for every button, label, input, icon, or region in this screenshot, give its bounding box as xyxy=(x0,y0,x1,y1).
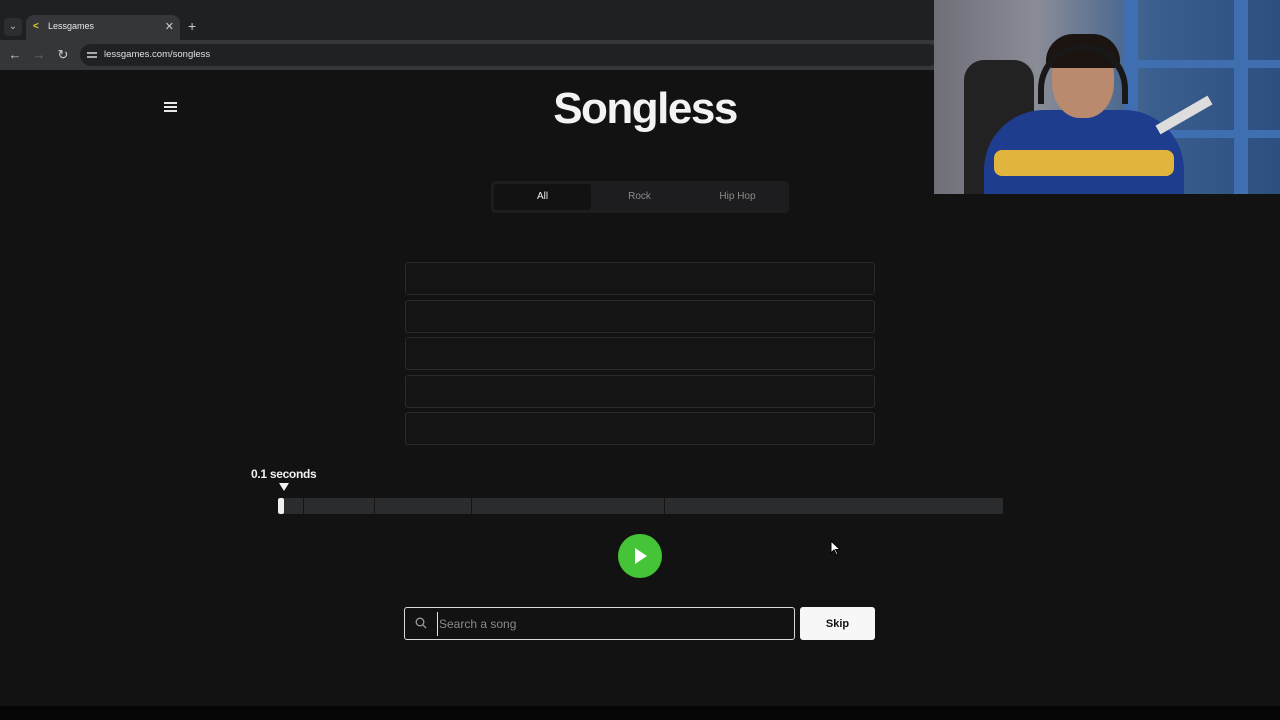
bottom-bar xyxy=(0,706,1280,720)
guess-slot-4 xyxy=(405,375,875,408)
timeline-segment-divider xyxy=(664,498,665,514)
reload-icon[interactable]: ↻ xyxy=(55,47,71,63)
play-icon xyxy=(635,548,647,564)
guess-slot-1 xyxy=(405,262,875,295)
tab-all[interactable]: All xyxy=(494,184,591,210)
guess-slot-3 xyxy=(405,337,875,370)
clip-progress xyxy=(278,498,284,514)
timeline-segment-divider xyxy=(471,498,472,514)
clip-timeline xyxy=(278,498,1003,514)
address-url[interactable]: lessgames.com/songless xyxy=(104,49,210,60)
tab-title: Lessgames xyxy=(48,21,95,31)
genre-tabs: All Rock Hip Hop xyxy=(491,181,789,213)
lessgames-favicon-icon: < xyxy=(33,21,39,32)
playhead-marker-icon xyxy=(279,483,289,491)
play-button[interactable] xyxy=(618,534,662,578)
address-bar[interactable]: lessgames.com/songless xyxy=(80,44,940,66)
mouse-cursor-icon xyxy=(830,540,842,556)
timeline-segment-divider xyxy=(374,498,375,514)
search-icon xyxy=(415,617,427,629)
song-search-box xyxy=(404,607,795,640)
skip-button[interactable]: Skip xyxy=(800,607,875,640)
tab-hip-hop[interactable]: Hip Hop xyxy=(689,184,786,210)
webcam-overlay xyxy=(934,0,1280,194)
tab-rock[interactable]: Rock xyxy=(591,184,688,210)
search-input[interactable] xyxy=(437,612,787,636)
clip-length-label: 0.1 seconds xyxy=(251,467,317,481)
new-tab-button[interactable]: + xyxy=(188,18,196,34)
guess-slot-2 xyxy=(405,300,875,333)
guess-slot-5 xyxy=(405,412,875,445)
timeline-segment-divider xyxy=(303,498,304,514)
tab-search-menu-button[interactable]: ⌄ xyxy=(4,18,22,36)
forward-arrow-icon[interactable]: → xyxy=(31,47,47,63)
back-arrow-icon[interactable]: ← xyxy=(7,47,23,63)
browser-tab[interactable]: < Lessgames ✕ xyxy=(26,15,180,40)
tab-close-icon[interactable]: ✕ xyxy=(165,20,174,33)
site-info-icon[interactable] xyxy=(87,50,97,60)
